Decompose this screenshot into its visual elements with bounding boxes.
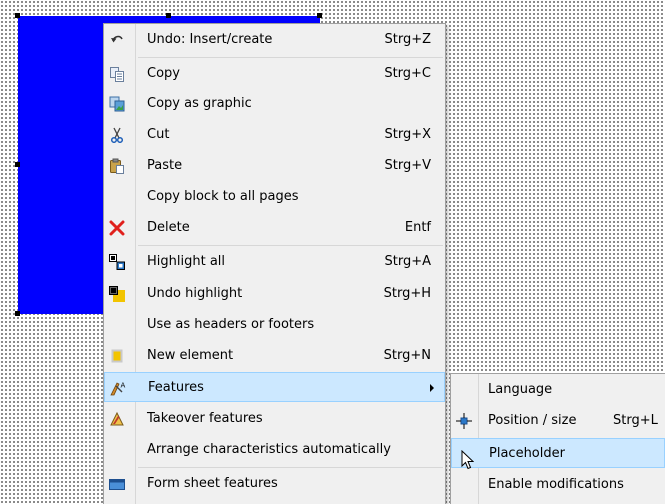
menu-separator <box>138 57 443 58</box>
paste-icon <box>110 158 124 174</box>
menu-item-label: Highlight all <box>147 254 226 269</box>
context-menu: Undo: Insert/create Strg+Z Copy Strg+C C… <box>103 23 446 504</box>
menu-item-delete[interactable]: Delete Entf <box>104 213 445 243</box>
submenu-item-label: Language <box>488 382 553 397</box>
features-submenu: Language Position / size Strg+L Placehol… <box>450 373 665 504</box>
resize-handle-top-left[interactable] <box>15 13 20 18</box>
menu-item-label: Use as headers or footers <box>147 317 315 332</box>
menu-item-label: Form sheet features <box>147 476 278 491</box>
menu-item-cut[interactable]: Cut Strg+X <box>104 120 445 150</box>
copy-graphic-icon <box>109 96 125 112</box>
menu-item-arrange-characteristics-automatically[interactable]: Arrange characteristics automatically <box>104 435 445 465</box>
highlight-all-icon <box>109 254 125 270</box>
submenu-item-placeholder[interactable]: Placeholder <box>451 438 665 468</box>
menu-item-highlight-all[interactable]: Highlight all Strg+A <box>104 247 445 277</box>
menu-item-copy[interactable]: Copy Strg+C <box>104 59 445 89</box>
menu-item-label: Cut <box>147 127 170 142</box>
menu-item-label: Undo highlight <box>147 286 243 301</box>
menu-item-label: Copy block to all pages <box>147 189 299 204</box>
delete-x-icon <box>109 220 125 236</box>
menu-item-label: Arrange characteristics automatically <box>147 442 391 457</box>
menu-item-copy-block-to-all-pages[interactable]: Copy block to all pages <box>104 182 445 212</box>
position-size-icon <box>456 413 472 429</box>
new-element-icon <box>111 349 123 363</box>
menu-separator <box>138 467 443 468</box>
resize-handle-middle-left[interactable] <box>15 162 20 167</box>
features-icon: A <box>110 382 126 396</box>
menu-item-shortcut: Strg+N <box>383 348 431 363</box>
dotted-canvas[interactable]: Undo: Insert/create Strg+Z Copy Strg+C C… <box>0 0 665 504</box>
menu-item-shortcut: Strg+V <box>384 158 431 173</box>
menu-item-label: Delete <box>147 220 190 235</box>
menu-item-features[interactable]: A Features <box>104 372 445 402</box>
menu-item-label: Features <box>148 380 204 395</box>
svg-text:A: A <box>121 382 126 390</box>
menu-item-copy-as-graphic[interactable]: Copy as graphic <box>104 89 445 119</box>
menu-item-form-sheet-features[interactable]: Form sheet features <box>104 469 445 499</box>
takeover-features-icon <box>110 411 124 426</box>
menu-item-takeover-features[interactable]: Takeover features <box>104 404 445 434</box>
submenu-item-shortcut: Strg+L <box>613 413 658 428</box>
menu-separator <box>138 245 443 246</box>
menu-item-undo[interactable]: Undo: Insert/create Strg+Z <box>104 25 445 55</box>
menu-item-paste[interactable]: Paste Strg+V <box>104 151 445 181</box>
resize-handle-top-right[interactable] <box>317 13 322 18</box>
menu-item-label: Takeover features <box>147 411 263 426</box>
menu-item-label: Paste <box>147 158 183 173</box>
copy-icon <box>110 67 124 82</box>
submenu-item-label: Placeholder <box>489 446 565 461</box>
menu-item-shortcut: Strg+C <box>384 66 431 81</box>
undo-highlight-icon <box>109 286 125 302</box>
menu-item-shortcut: Entf <box>404 220 431 235</box>
submenu-item-label: Enable modifications <box>488 477 624 492</box>
menu-item-shortcut: Strg+X <box>384 127 431 142</box>
scissors-icon <box>110 127 124 143</box>
form-sheet-icon <box>109 479 125 490</box>
menu-item-label: Undo: Insert/create <box>147 32 273 47</box>
menu-item-shortcut: Strg+Z <box>384 32 431 47</box>
resize-handle-bottom-left[interactable] <box>15 311 20 316</box>
mouse-pointer-icon <box>461 450 474 470</box>
menu-item-shortcut: Strg+H <box>383 286 431 301</box>
submenu-item-label: Position / size <box>488 413 577 428</box>
menu-item-shortcut: Strg+A <box>384 254 431 269</box>
menu-item-undo-highlight[interactable]: Undo highlight Strg+H <box>104 279 445 309</box>
submenu-item-language[interactable]: Language <box>451 375 665 405</box>
submenu-item-enable-modifications[interactable]: Enable modifications <box>451 470 665 500</box>
undo-icon <box>111 35 123 43</box>
menu-item-label: New element <box>147 348 234 363</box>
menu-item-use-as-headers-or-footers[interactable]: Use as headers or footers <box>104 310 445 340</box>
menu-item-label: Copy as graphic <box>147 96 252 111</box>
menu-item-new-element[interactable]: New element Strg+N <box>104 341 445 371</box>
menu-item-label: Copy <box>147 66 180 81</box>
resize-handle-top-middle[interactable] <box>166 13 171 18</box>
submenu-arrow-icon <box>430 384 434 392</box>
submenu-item-position-size[interactable]: Position / size Strg+L <box>451 406 665 436</box>
